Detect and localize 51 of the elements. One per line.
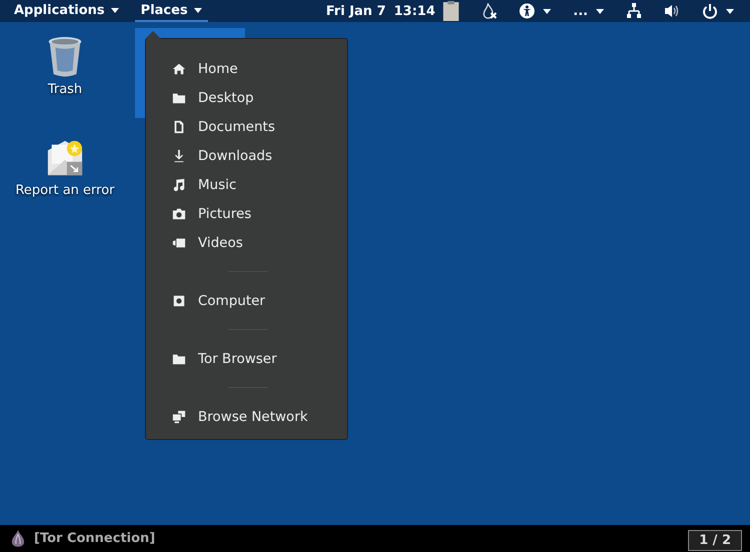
clock[interactable]: Fri Jan 7 13:14 (326, 4, 436, 18)
caret-icon (543, 8, 552, 14)
menu-item-label: Home (198, 60, 238, 76)
caret-icon (194, 8, 202, 12)
home-icon (172, 62, 186, 76)
accessibility-icon[interactable] (519, 3, 536, 19)
menu-item[interactable]: Home (172, 54, 347, 83)
menu-item-label: Videos (198, 234, 243, 250)
menu-item-label: Pictures (198, 206, 252, 222)
document-icon (172, 120, 186, 134)
menu-item-label: Music (198, 176, 236, 192)
clipboard-icon[interactable] (443, 1, 460, 21)
menu-item[interactable]: Desktop (172, 83, 347, 112)
menu-item-label: Computer (198, 292, 266, 308)
music-icon (172, 178, 186, 192)
camera-icon (172, 206, 186, 220)
desktop-icon-label: Trash (48, 82, 82, 97)
computer-icon (172, 294, 186, 308)
menu-item-label: Tor Browser (198, 350, 277, 366)
menu-item[interactable]: Documents (172, 112, 347, 141)
folder-icon (172, 352, 186, 366)
caret-icon (596, 8, 604, 14)
volume-icon[interactable] (664, 3, 680, 19)
menu-item-label: Downloads (198, 148, 272, 164)
menu-item[interactable]: Music (172, 170, 347, 199)
time-text: 13:14 (394, 4, 436, 18)
workspace-switcher[interactable]: 1 / 2 (688, 530, 742, 551)
menu-item-label: Browse Network (198, 408, 308, 424)
caret-icon (110, 8, 119, 12)
overflow-menu[interactable]: ... (573, 4, 588, 18)
menu-item-label: Documents (198, 118, 275, 134)
menu-item[interactable]: Videos (172, 228, 347, 257)
menu-item[interactable]: Computer (172, 286, 347, 315)
panel-menu[interactable]: Applications (8, 0, 125, 22)
folder-icon (172, 90, 186, 104)
panel-menu[interactable]: Places (134, 0, 208, 22)
download-icon (172, 148, 186, 162)
taskbar-item[interactable]: [Tor Connection] (10, 528, 156, 548)
menu-item[interactable]: Pictures (172, 199, 347, 228)
power-icon[interactable] (702, 3, 718, 19)
desktop-icon-label: Report an error (15, 183, 115, 198)
menu-item[interactable]: Downloads (172, 141, 347, 170)
trash-icon[interactable] (46, 36, 84, 78)
video-camera-icon (172, 236, 186, 250)
caret-icon (726, 8, 734, 14)
menu-item[interactable]: Tor Browser (172, 344, 347, 373)
network-icon[interactable] (626, 3, 642, 19)
menu-item[interactable]: Browse Network (172, 402, 347, 431)
menu-item-label: Desktop (198, 90, 254, 106)
date-text: Fri Jan 7 (326, 4, 386, 18)
network-icon (172, 410, 186, 424)
